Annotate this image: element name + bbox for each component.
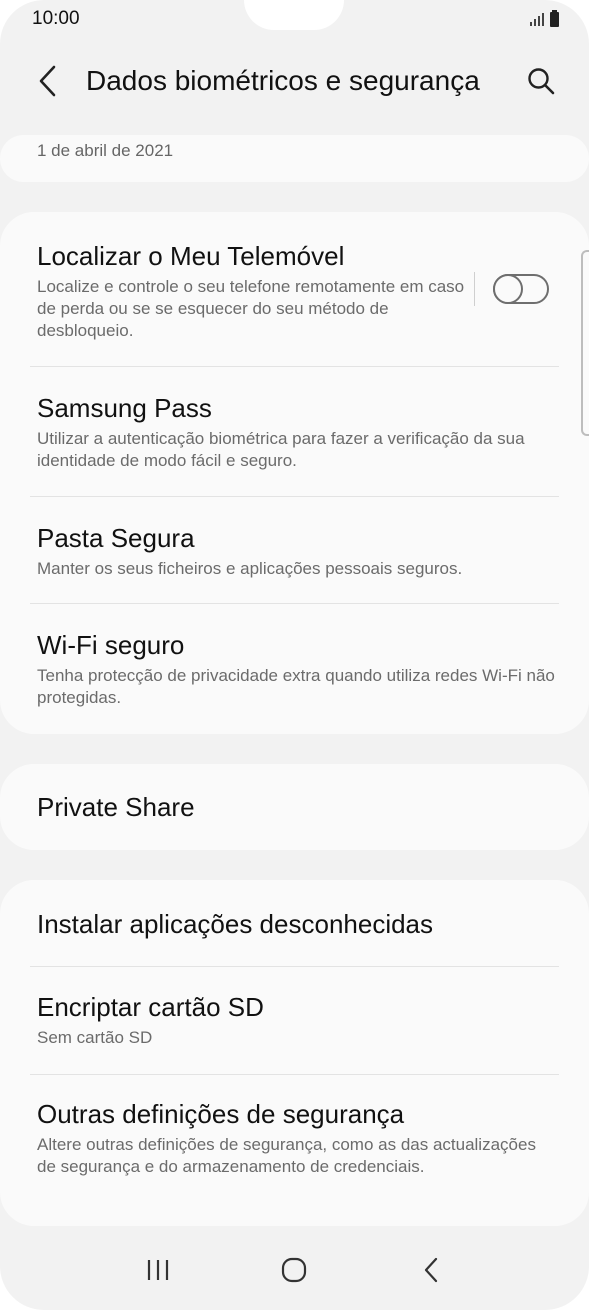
- scrollbar[interactable]: [581, 250, 589, 436]
- navigation-bar: [0, 1230, 589, 1310]
- find-my-mobile-item[interactable]: Localizar o Meu Telemóvel Localize e con…: [37, 240, 469, 342]
- item-title: Instalar aplicações desconhecidas: [37, 909, 434, 939]
- chevron-left-icon: [39, 65, 56, 97]
- recents-button[interactable]: [128, 1245, 188, 1295]
- search-button[interactable]: [519, 59, 563, 103]
- toggle-separator: [474, 272, 475, 306]
- samsung-pass-item[interactable]: Samsung Pass Utilizar a autenticação bio…: [37, 392, 559, 472]
- back-icon: [424, 1257, 437, 1283]
- app-bar: Dados biométricos e segurança: [0, 50, 589, 112]
- secure-wifi-item[interactable]: Wi-Fi seguro Tenha protecção de privacid…: [37, 629, 559, 709]
- item-title: Samsung Pass: [37, 393, 212, 423]
- item-title: Outras definições de segurança: [37, 1099, 405, 1129]
- search-icon: [528, 68, 555, 95]
- item-title: Encriptar cartão SD: [37, 992, 264, 1022]
- phone-screen: 10:00 Dados biométricos e segurança 1 de…: [0, 0, 589, 1310]
- other-security-card: Instalar aplicações desconhecidas Encrip…: [0, 880, 589, 1226]
- nav-back-button[interactable]: [401, 1245, 461, 1295]
- status-bar: 10:00: [0, 0, 589, 38]
- divider: [30, 966, 559, 967]
- status-icons: [530, 9, 559, 27]
- recents-icon: [148, 1260, 169, 1280]
- find-my-mobile-toggle[interactable]: [493, 274, 549, 304]
- other-security-settings-item[interactable]: Outras definições de segurança Altere ou…: [37, 1098, 559, 1178]
- divider: [30, 1074, 559, 1075]
- status-time: 10:00: [32, 8, 80, 29]
- home-button[interactable]: [264, 1245, 324, 1295]
- toggle-knob: [493, 274, 523, 304]
- battery-icon: [550, 9, 559, 27]
- item-title: Private Share: [37, 792, 195, 822]
- item-title: Localizar o Meu Telemóvel: [37, 241, 345, 271]
- item-subtitle: Manter os seus ficheiros e aplicações pe…: [37, 559, 463, 578]
- date-text: 1 de abril de 2021: [37, 141, 174, 160]
- divider: [30, 366, 559, 367]
- encrypt-sd-card-item[interactable]: Encriptar cartão SD Sem cartão SD: [37, 991, 559, 1049]
- item-subtitle: Utilizar a autenticação biométrica para …: [37, 429, 525, 470]
- item-subtitle: Altere outras definições de segurança, c…: [37, 1135, 536, 1176]
- private-share-card: Private Share: [0, 764, 589, 850]
- divider: [30, 603, 559, 604]
- item-subtitle: Sem cartão SD: [37, 1028, 153, 1047]
- signal-icon: [530, 12, 544, 26]
- item-title: Wi-Fi seguro: [37, 630, 185, 660]
- previous-card: 1 de abril de 2021: [0, 135, 589, 182]
- divider: [30, 496, 559, 497]
- item-title: Pasta Segura: [37, 523, 195, 553]
- back-button[interactable]: [28, 61, 68, 101]
- toggle-group: [474, 272, 549, 306]
- item-subtitle: Localize e controle o seu telefone remot…: [37, 277, 465, 340]
- page-title: Dados biométricos e segurança: [86, 65, 480, 96]
- secure-folder-item[interactable]: Pasta Segura Manter os seus ficheiros e …: [37, 522, 559, 580]
- install-unknown-apps-item[interactable]: Instalar aplicações desconhecidas: [37, 908, 559, 940]
- home-icon: [282, 1257, 307, 1283]
- item-subtitle: Tenha protecção de privacidade extra qua…: [37, 666, 555, 707]
- private-share-item[interactable]: Private Share: [37, 791, 559, 823]
- security-section-card: Localizar o Meu Telemóvel Localize e con…: [0, 212, 589, 734]
